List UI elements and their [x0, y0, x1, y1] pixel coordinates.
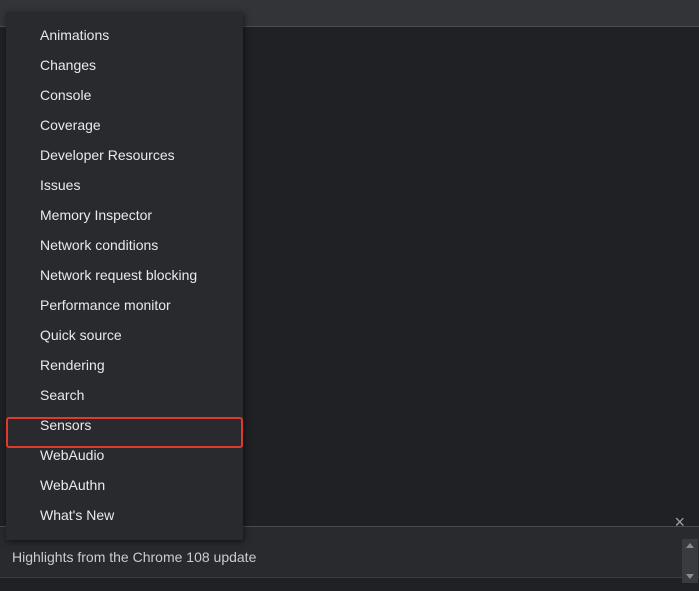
menu-item-animations[interactable]: Animations: [6, 20, 243, 50]
scroll-down-icon[interactable]: [686, 574, 694, 579]
menu-item-network-conditions[interactable]: Network conditions: [6, 230, 243, 260]
menu-item-issues[interactable]: Issues: [6, 170, 243, 200]
more-tools-menu: AnimationsChangesConsoleCoverageDevelope…: [6, 12, 243, 540]
menu-item-webauthn[interactable]: WebAuthn: [6, 470, 243, 500]
drawer-divider: [0, 577, 699, 591]
menu-item-coverage[interactable]: Coverage: [6, 110, 243, 140]
scroll-up-icon[interactable]: [686, 543, 694, 548]
menu-item-what-s-new[interactable]: What's New: [6, 500, 243, 530]
menu-item-developer-resources[interactable]: Developer Resources: [6, 140, 243, 170]
close-icon[interactable]: ×: [674, 513, 685, 531]
menu-item-quick-source[interactable]: Quick source: [6, 320, 243, 350]
menu-item-memory-inspector[interactable]: Memory Inspector: [6, 200, 243, 230]
menu-item-console[interactable]: Console: [6, 80, 243, 110]
scrollbar[interactable]: [682, 539, 698, 583]
menu-item-rendering[interactable]: Rendering: [6, 350, 243, 380]
menu-item-network-request-blocking[interactable]: Network request blocking: [6, 260, 243, 290]
drawer-highlight-text: Highlights from the Chrome 108 update: [0, 547, 699, 565]
menu-item-sensors[interactable]: Sensors: [6, 410, 243, 440]
menu-item-search[interactable]: Search: [6, 380, 243, 410]
menu-item-webaudio[interactable]: WebAudio: [6, 440, 243, 470]
menu-item-changes[interactable]: Changes: [6, 50, 243, 80]
menu-item-performance-monitor[interactable]: Performance monitor: [6, 290, 243, 320]
